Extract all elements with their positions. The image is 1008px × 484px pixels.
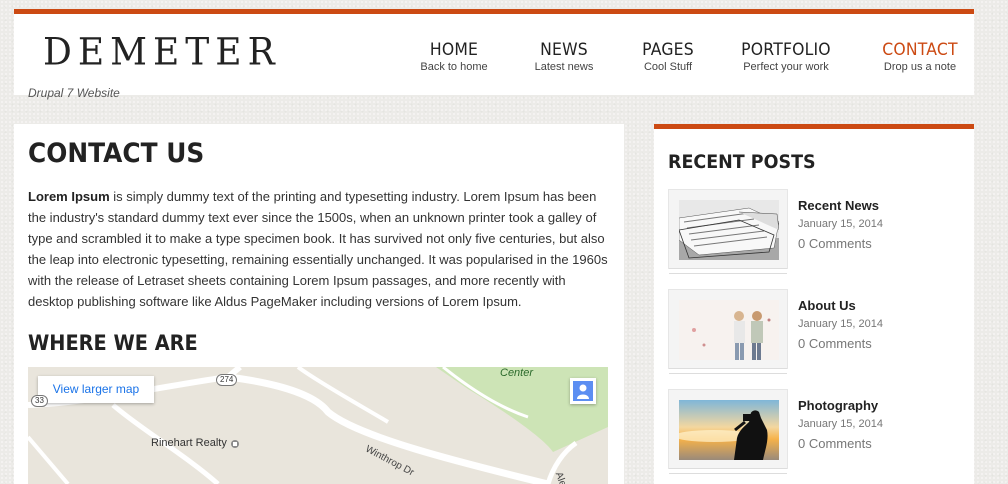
newspaper-image — [679, 200, 779, 260]
google-map[interactable]: View larger map Rinehart Realty Winthrop… — [28, 367, 608, 484]
nav-contact-title: CONTACT — [882, 40, 958, 60]
post-title[interactable]: Recent News — [798, 198, 879, 213]
nav-item-contact[interactable]: CONTACT Drop us a note — [874, 40, 966, 73]
photographer-image — [679, 400, 779, 460]
intro-paragraph: Lorem Ipsum is simply dummy text of the … — [28, 186, 610, 312]
site-tagline: Drupal 7 Website — [28, 86, 120, 100]
nav-home-title: HOME — [429, 40, 479, 60]
page-title: CONTACT US — [28, 138, 205, 169]
sidebar: RECENT POSTS Recent News January 15, 201… — [654, 124, 974, 484]
post-title[interactable]: Photography — [798, 398, 878, 413]
section-title-where-we-are: WHERE WE ARE — [28, 331, 198, 355]
main-content: CONTACT US Lorem Ipsum is simply dummy t… — [14, 124, 624, 484]
intro-text: is simply dummy text of the printing and… — [28, 189, 608, 309]
nav-contact-sub: Drop us a note — [883, 61, 957, 73]
recent-posts-title: RECENT POSTS — [668, 151, 816, 173]
post-thumbnail[interactable] — [668, 389, 788, 474]
post-date: January 15, 2014 — [798, 418, 884, 430]
nav-news-sub: Latest news — [534, 61, 594, 73]
route-badge-partial: 33 — [31, 395, 48, 407]
intro-bold: Lorem Ipsum — [28, 189, 110, 204]
nav-item-pages[interactable]: PAGES Cool Stuff — [628, 40, 708, 73]
nav-home-sub: Back to home — [420, 61, 488, 73]
place-marker-icon-inner — [233, 442, 237, 446]
route-badge-274: 274 — [216, 374, 238, 386]
people-image — [679, 300, 779, 360]
post-title[interactable]: About Us — [798, 298, 856, 313]
view-larger-map-button[interactable]: View larger map — [38, 376, 154, 403]
nav-portfolio-title: PORTFOLIO — [741, 40, 831, 60]
post-comments-link[interactable]: 0 Comments — [798, 336, 872, 351]
nav-item-home[interactable]: HOME Back to home — [414, 40, 494, 73]
nav-pages-sub: Cool Stuff — [643, 61, 693, 73]
map-place-label: Rinehart Realty — [151, 437, 227, 449]
nav-item-news[interactable]: NEWS Latest news — [524, 40, 604, 73]
map-area-label: Center — [500, 367, 534, 379]
nav-pages-title: PAGES — [642, 40, 694, 60]
post-thumbnail[interactable] — [668, 189, 788, 274]
post-comments-link[interactable]: 0 Comments — [798, 436, 872, 451]
post-thumbnail[interactable] — [668, 289, 788, 374]
pegman-icon[interactable] — [570, 378, 596, 404]
pegman-glyph — [573, 381, 593, 401]
recent-post: Photography January 15, 2014 0 Comments — [668, 389, 968, 479]
nav-news-title: NEWS — [540, 40, 588, 60]
map-road — [296, 367, 390, 424]
recent-post: About Us January 15, 2014 0 Comments — [668, 289, 968, 379]
post-date: January 15, 2014 — [798, 218, 884, 230]
post-date: January 15, 2014 — [798, 318, 884, 330]
site-header: DEMETER Drupal 7 Website HOME Back to ho… — [14, 9, 974, 100]
nav-item-portfolio[interactable]: PORTFOLIO Perfect your work — [734, 40, 838, 73]
nav-portfolio-sub: Perfect your work — [743, 61, 829, 73]
recent-post: Recent News January 15, 2014 0 Comments — [668, 189, 968, 279]
map-road — [28, 435, 70, 484]
main-nav: HOME Back to home NEWS Latest news PAGES… — [14, 40, 974, 80]
post-comments-link[interactable]: 0 Comments — [798, 236, 872, 251]
